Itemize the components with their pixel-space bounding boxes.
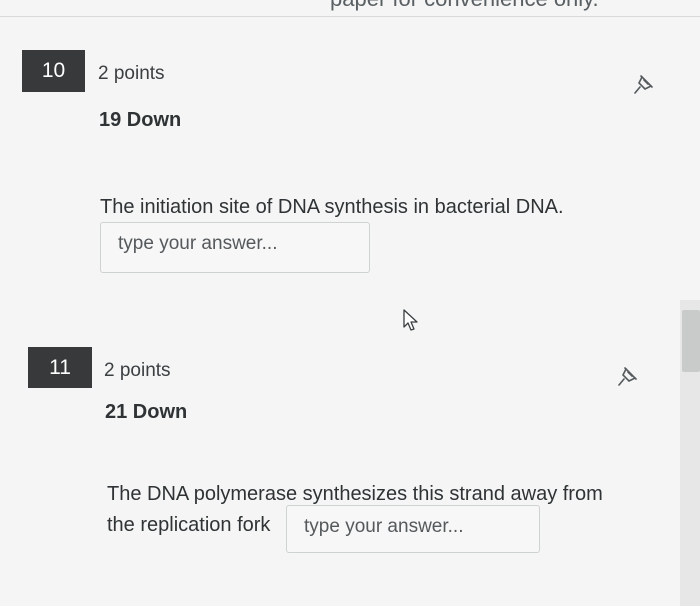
clue-label: 21 Down: [105, 401, 188, 423]
answer-input[interactable]: type your answer...: [100, 222, 370, 273]
pin-icon[interactable]: [616, 364, 640, 388]
answer-input[interactable]: type your answer...: [286, 505, 540, 553]
question-number: 11: [28, 347, 92, 388]
mouse-cursor-icon: [403, 309, 418, 331]
header-partial-text: paper for convenience only.: [330, 0, 599, 12]
question-number: 10: [22, 50, 85, 92]
top-divider: [0, 16, 700, 17]
pin-icon[interactable]: [632, 72, 656, 96]
question-points: 2 points: [104, 360, 171, 381]
question-prompt: The initiation site of DNA synthesis in …: [100, 196, 564, 218]
clue-label: 19 Down: [99, 109, 182, 131]
question-prompt-line-2: the replication fork: [107, 514, 271, 536]
question-points: 2 points: [98, 63, 165, 84]
scrollbar-thumb[interactable]: [682, 310, 700, 372]
